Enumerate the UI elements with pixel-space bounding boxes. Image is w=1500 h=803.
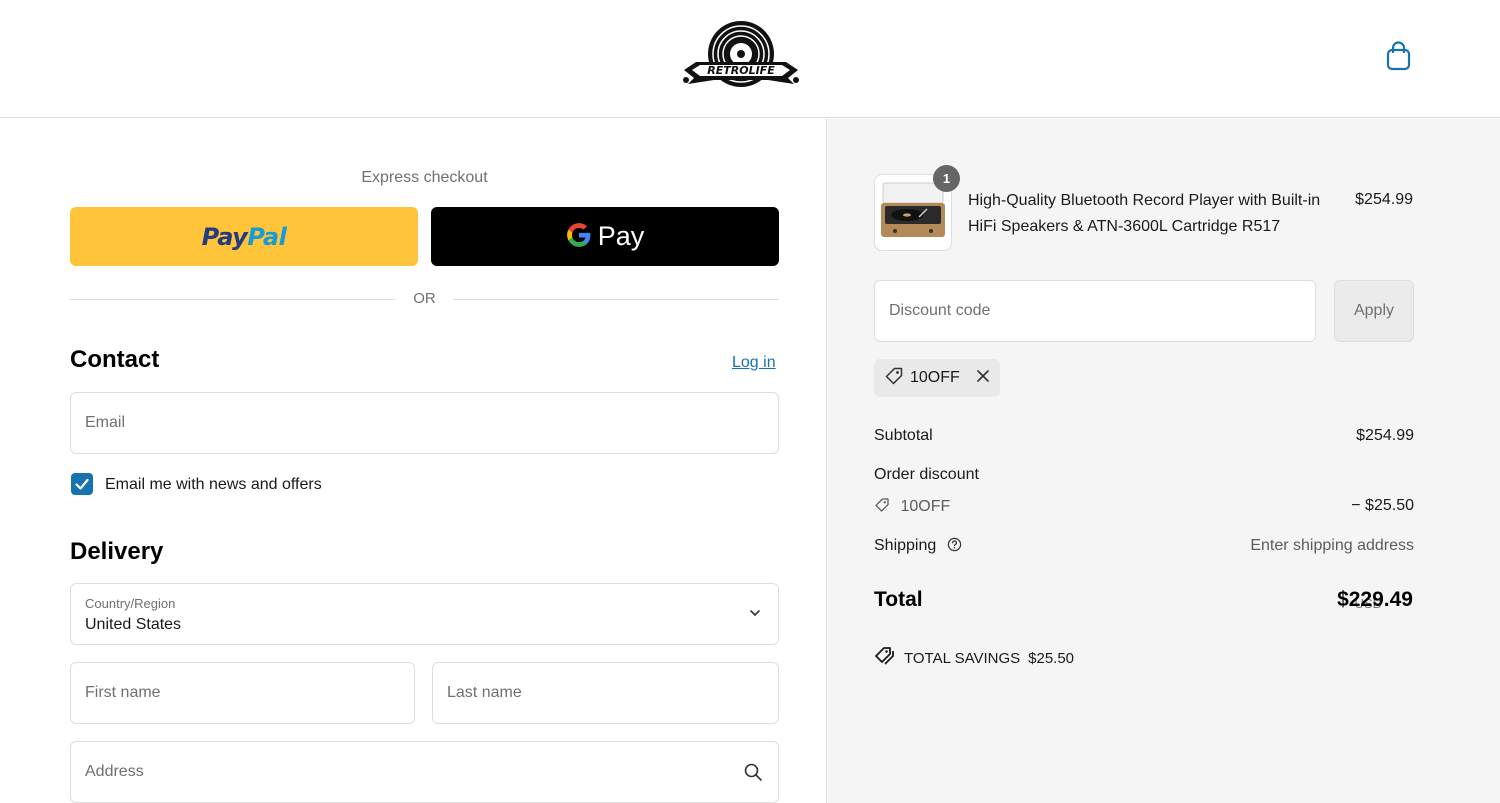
divider-line [453,299,779,300]
order-discount-detail-row: 10OFF − $25.50 [874,497,1414,518]
newsletter-label[interactable]: Email me with news and offers [105,476,322,494]
order-discount-code: 10OFF [900,498,951,515]
tag-icon [874,497,890,518]
address-field[interactable]: Address [70,741,779,803]
country-label: Country/Region [85,596,176,611]
address-placeholder: Address [85,763,144,780]
discount-code-input[interactable]: Discount code [874,280,1316,342]
paypal-logo: PayPal [201,222,287,251]
subtotal-row: Subtotal $254.99 [874,427,1414,445]
total-label: Total [874,588,923,611]
order-summary-panel: 1 High-Quality Bluetooth Record Player w… [826,119,1500,803]
subtotal-value: $254.99 [1356,427,1414,444]
product-name: High-Quality Bluetooth Record Player wit… [968,192,1321,235]
svg-text:RETROLIFE: RETROLIFE [707,64,775,77]
google-pay-button[interactable]: Pay [431,207,779,266]
contact-heading: Contact [70,346,160,373]
shipping-row: Shipping Enter shipping address [874,537,1414,557]
first-name-placeholder: First name [85,684,161,701]
shopping-bag-icon[interactable] [1385,41,1412,71]
header: RETROLIFE [0,0,1500,118]
paypal-button[interactable]: PayPal [70,207,418,266]
subtotal-label: Subtotal [874,427,933,444]
applied-discount-chip: 10OFF [874,359,1000,397]
chevron-down-icon [748,606,762,620]
or-text: OR [413,290,436,307]
close-icon[interactable] [976,369,990,388]
savings-value: $25.50 [1028,649,1075,667]
email-field[interactable]: Email [70,392,779,454]
delivery-heading: Delivery [70,538,164,565]
country-value: United States [85,616,182,633]
country-select[interactable]: Country/Region United States [70,583,779,645]
express-checkout-title: Express checkout [361,169,488,186]
total-savings: TOTAL SAVINGS $25.50 [874,646,1074,670]
total-value: $229.49 [1337,588,1413,611]
newsletter-checkbox[interactable] [71,473,93,495]
google-g-icon [566,222,592,251]
checkout-form-panel: Express checkout PayPal Pay OR Contact L… [0,119,826,803]
retrolife-logo[interactable]: RETROLIFE [678,18,804,94]
order-discount-value: − $25.50 [1351,497,1414,514]
tags-icon [874,646,896,670]
google-pay-label: Pay [597,221,645,251]
tag-icon [884,366,904,391]
search-icon [743,762,763,782]
apply-discount-button[interactable]: Apply [1334,280,1414,342]
login-link[interactable]: Log in [732,354,776,372]
shipping-value: Enter shipping address [1250,537,1414,554]
first-name-field[interactable]: First name [70,662,415,724]
last-name-placeholder: Last name [447,684,522,701]
help-circle-icon[interactable] [947,537,962,557]
order-discount-row: Order discount [874,466,1414,484]
or-divider: OR [70,289,779,309]
applied-code: 10OFF [910,369,960,386]
checkmark-icon [75,478,89,490]
shipping-label: Shipping [874,537,937,554]
savings-label: TOTAL SAVINGS [904,649,1021,667]
discount-placeholder: Discount code [889,302,991,319]
divider-line [70,299,396,300]
quantity-badge: 1 [933,165,960,192]
email-placeholder: Email [85,414,126,431]
order-discount-label: Order discount [874,466,979,483]
product-price: $254.99 [1355,191,1413,208]
last-name-field[interactable]: Last name [432,662,779,724]
